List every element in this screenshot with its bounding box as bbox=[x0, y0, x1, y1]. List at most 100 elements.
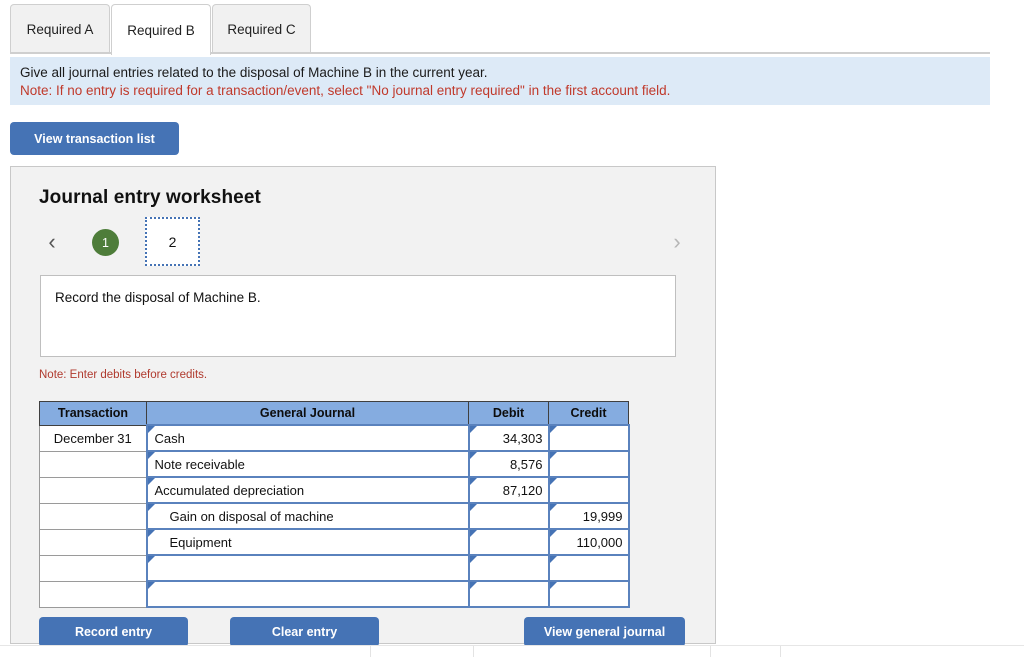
footer-separator bbox=[473, 646, 474, 657]
tab-required-a[interactable]: Required A bbox=[10, 4, 110, 53]
cell-marker-icon bbox=[469, 556, 477, 563]
worksheet-page-1-label: 1 bbox=[102, 235, 109, 250]
table-row: Accumulated depreciation 87,120 bbox=[39, 476, 630, 504]
cell-marker-icon bbox=[469, 452, 477, 459]
clear-entry-button[interactable]: Clear entry bbox=[230, 617, 379, 647]
transaction-date-cell[interactable]: December 31 bbox=[39, 424, 147, 452]
transaction-date-cell[interactable] bbox=[39, 528, 147, 556]
account-input-cell[interactable] bbox=[145, 554, 470, 582]
account-value: Cash bbox=[154, 430, 185, 446]
column-header-transaction: Transaction bbox=[39, 401, 147, 426]
tab-label: Required B bbox=[127, 22, 195, 38]
debit-input-cell[interactable] bbox=[467, 502, 550, 530]
cell-marker-icon bbox=[549, 478, 557, 485]
debit-input-cell[interactable] bbox=[467, 554, 550, 582]
debit-input-cell[interactable]: 87,120 bbox=[467, 476, 550, 504]
credit-input-cell[interactable] bbox=[547, 476, 630, 504]
account-input-cell[interactable]: Accumulated depreciation bbox=[145, 476, 470, 504]
transaction-date-value: December 31 bbox=[53, 430, 132, 446]
credit-input-cell[interactable] bbox=[547, 424, 630, 452]
tab-required-c[interactable]: Required C bbox=[212, 4, 311, 53]
debit-value: 8,576 bbox=[509, 456, 543, 472]
account-value: Accumulated depreciation bbox=[154, 482, 305, 498]
worksheet-page-1[interactable]: 1 bbox=[92, 229, 119, 256]
table-row: Gain on disposal of machine 19,999 bbox=[39, 502, 630, 530]
record-entry-label: Record entry bbox=[74, 625, 153, 639]
view-general-journal-button[interactable]: View general journal bbox=[524, 617, 685, 647]
tab-label: Required A bbox=[26, 21, 94, 37]
account-input-cell[interactable]: Cash bbox=[145, 424, 470, 452]
account-input-cell[interactable] bbox=[145, 580, 470, 608]
record-entry-button[interactable]: Record entry bbox=[39, 617, 188, 647]
transaction-date-cell[interactable] bbox=[39, 554, 147, 582]
transaction-date-cell[interactable] bbox=[39, 450, 147, 478]
cell-marker-icon bbox=[147, 426, 155, 433]
footer-separator bbox=[780, 646, 781, 657]
journal-entry-worksheet-panel: Journal entry worksheet ‹ 1 2 › Record t… bbox=[10, 166, 716, 647]
cell-marker-icon bbox=[549, 426, 557, 433]
credit-input-cell[interactable]: 19,999 bbox=[547, 502, 630, 530]
debit-input-cell[interactable]: 34,303 bbox=[467, 424, 550, 452]
view-transaction-list-button[interactable]: View transaction list bbox=[10, 122, 179, 155]
chevron-left-icon[interactable]: ‹ bbox=[41, 229, 63, 255]
cell-marker-icon bbox=[147, 478, 155, 485]
tab-required-b[interactable]: Required B bbox=[111, 4, 211, 55]
column-header-debit: Debit bbox=[468, 401, 549, 426]
debit-input-cell[interactable] bbox=[467, 528, 550, 556]
footer-strip bbox=[0, 645, 1024, 658]
credit-input-cell[interactable]: 110,000 bbox=[547, 528, 630, 556]
debit-input-cell[interactable] bbox=[467, 580, 550, 608]
table-row: December 31 Cash 34,303 bbox=[39, 424, 630, 452]
account-input-cell[interactable]: Equipment bbox=[145, 528, 470, 556]
transaction-date-cell[interactable] bbox=[39, 502, 147, 530]
instruction-note: Note: If no entry is required for a tran… bbox=[20, 83, 671, 98]
credit-value: 110,000 bbox=[576, 534, 623, 550]
footer-separator bbox=[710, 646, 711, 657]
debit-value: 87,120 bbox=[502, 482, 543, 498]
cell-marker-icon bbox=[469, 530, 477, 537]
cell-marker-icon bbox=[549, 452, 557, 459]
debit-value: 34,303 bbox=[502, 430, 543, 446]
debits-before-credits-note: Note: Enter debits before credits. bbox=[39, 369, 208, 381]
table-row bbox=[39, 580, 630, 608]
table-row bbox=[39, 554, 630, 582]
worksheet-page-2[interactable]: 2 bbox=[145, 217, 200, 266]
cell-marker-icon bbox=[147, 504, 155, 511]
tab-strip: Required A Required B Required C bbox=[0, 0, 1024, 55]
cell-marker-icon bbox=[469, 582, 477, 589]
chevron-right-icon[interactable]: › bbox=[666, 229, 688, 255]
transaction-date-cell[interactable] bbox=[39, 476, 147, 504]
column-header-credit: Credit bbox=[548, 401, 629, 426]
cell-marker-icon bbox=[469, 478, 477, 485]
footer-separator bbox=[370, 646, 371, 657]
table-header-row: Transaction General Journal Debit Credit bbox=[39, 401, 629, 426]
cell-marker-icon bbox=[147, 556, 155, 563]
column-header-general-journal: General Journal bbox=[146, 401, 469, 426]
transaction-date-cell[interactable] bbox=[39, 580, 147, 608]
clear-entry-label: Clear entry bbox=[271, 625, 338, 639]
cell-marker-icon bbox=[469, 504, 477, 511]
worksheet-prompt-text: Record the disposal of Machine B. bbox=[55, 290, 261, 305]
credit-input-cell[interactable] bbox=[547, 450, 630, 478]
worksheet-page-2-label: 2 bbox=[168, 233, 177, 250]
page-title: Journal entry worksheet bbox=[39, 187, 261, 208]
cell-marker-icon bbox=[549, 556, 557, 563]
worksheet-prompt-box: Record the disposal of Machine B. bbox=[40, 275, 676, 357]
view-general-journal-label: View general journal bbox=[543, 625, 666, 639]
view-transaction-list-label: View transaction list bbox=[34, 131, 155, 146]
account-value: Gain on disposal of machine bbox=[169, 508, 334, 524]
account-input-cell[interactable]: Note receivable bbox=[145, 450, 470, 478]
cell-marker-icon bbox=[147, 452, 155, 459]
journal-entry-table: Transaction General Journal Debit Credit… bbox=[39, 401, 630, 608]
credit-input-cell[interactable] bbox=[547, 580, 630, 608]
instruction-banner: Give all journal entries related to the … bbox=[10, 57, 990, 105]
cell-marker-icon bbox=[147, 582, 155, 589]
instruction-text: Give all journal entries related to the … bbox=[20, 65, 488, 80]
cell-marker-icon bbox=[549, 582, 557, 589]
debit-input-cell[interactable]: 8,576 bbox=[467, 450, 550, 478]
account-value: Equipment bbox=[169, 534, 232, 550]
credit-value: 19,999 bbox=[582, 508, 623, 524]
table-row: Equipment 110,000 bbox=[39, 528, 630, 556]
account-input-cell[interactable]: Gain on disposal of machine bbox=[145, 502, 470, 530]
credit-input-cell[interactable] bbox=[547, 554, 630, 582]
